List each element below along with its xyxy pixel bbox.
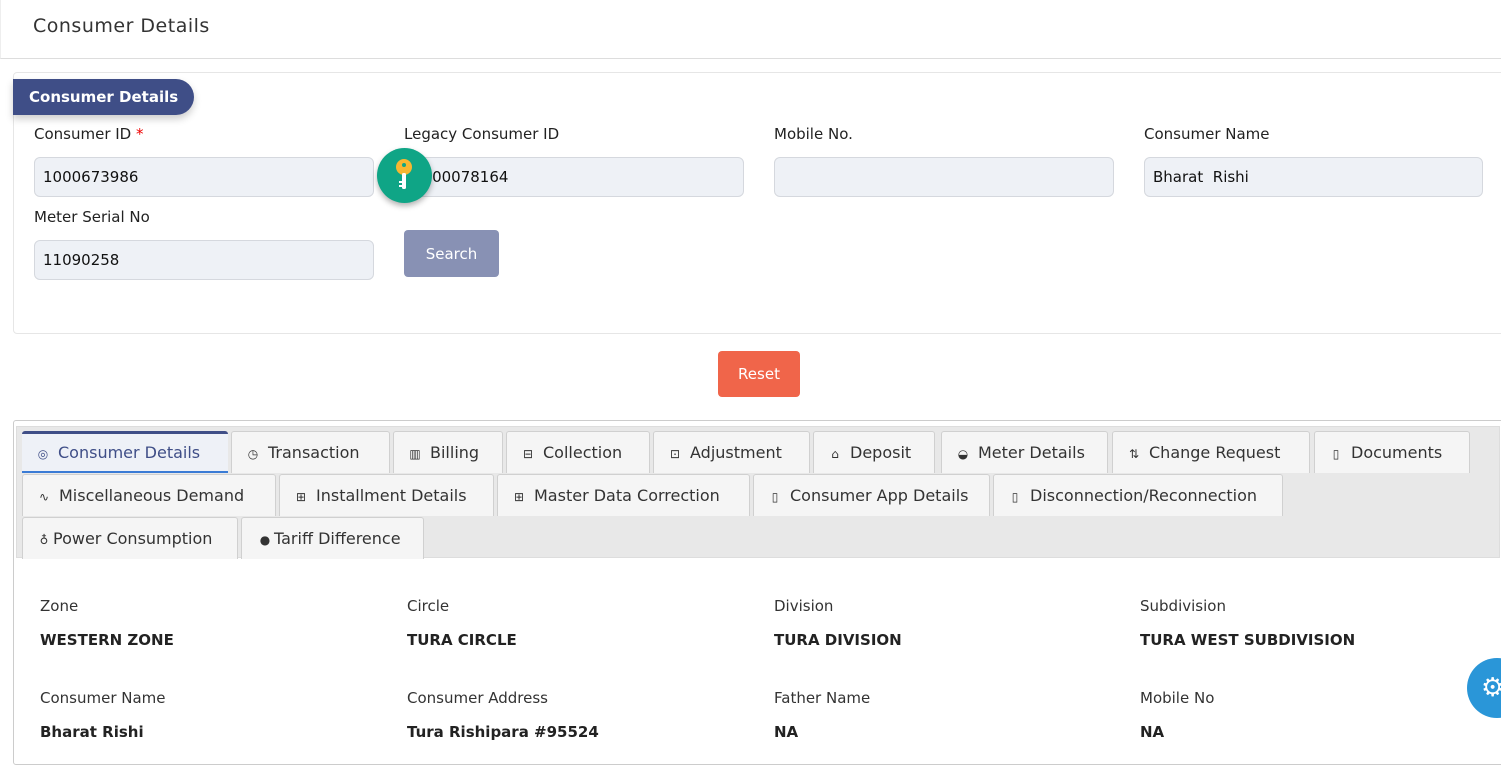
- gauge-icon: ◒: [957, 447, 969, 461]
- page-title: Consumer Details: [33, 15, 210, 37]
- tab-label: Disconnection/Reconnection: [1030, 486, 1258, 505]
- tab-label: Tariff Difference: [274, 529, 401, 548]
- consumer-name-detail-value: Bharat Rishi: [40, 723, 144, 741]
- mobile-no-detail-label: Mobile No: [1140, 689, 1215, 707]
- mobile-no-input[interactable]: [774, 157, 1114, 197]
- document-search-icon: ▯: [1332, 447, 1340, 461]
- tab-change-request[interactable]: ⇅ Change Request: [1112, 431, 1310, 473]
- bank-icon: ⌂: [831, 447, 839, 461]
- consumer-id-input[interactable]: [34, 157, 374, 197]
- tab-tariff-difference[interactable]: ● Tariff Difference: [241, 517, 424, 559]
- tab-label: Billing: [430, 443, 480, 462]
- building-icon: ▥: [409, 447, 421, 461]
- tab-label: Consumer Details: [58, 443, 201, 462]
- tab-label: Deposit: [850, 443, 912, 462]
- search-card: [13, 72, 1501, 334]
- tab-master-data-correction[interactable]: ⊞ Master Data Correction: [497, 474, 750, 516]
- tab-label: Consumer App Details: [790, 486, 969, 505]
- legacy-consumer-id-label: Legacy Consumer ID: [404, 125, 560, 143]
- mobile-icon: ▯: [771, 490, 779, 504]
- consumer-id-label: Consumer ID *: [34, 125, 144, 143]
- tab-transaction[interactable]: ◷ Transaction: [231, 431, 390, 473]
- table-icon: ⊟: [522, 447, 534, 461]
- tab-billing[interactable]: ▥ Billing: [393, 431, 503, 473]
- consumer-name-input[interactable]: [1144, 157, 1483, 197]
- tab-miscellaneous-demand[interactable]: ∿ Miscellaneous Demand: [22, 474, 276, 516]
- legacy-consumer-id-input[interactable]: [404, 157, 744, 197]
- tab-label: Transaction: [268, 443, 360, 462]
- tab-consumer-details[interactable]: ◎ Consumer Details: [22, 431, 228, 473]
- tab-meter-details[interactable]: ◒ Meter Details: [941, 431, 1108, 473]
- tab-installment-details[interactable]: ⊞ Installment Details: [279, 474, 494, 516]
- pulse-icon: ∿: [38, 490, 50, 504]
- subdivision-label: Subdivision: [1140, 597, 1226, 615]
- circle-value: TURA CIRCLE: [407, 631, 517, 649]
- reset-button[interactable]: Reset: [718, 351, 800, 397]
- consumer-name-detail-label: Consumer Name: [40, 689, 166, 707]
- tab-label: Miscellaneous Demand: [59, 486, 245, 505]
- terminal-icon: ⊡: [669, 447, 681, 461]
- division-label: Division: [774, 597, 834, 615]
- search-button[interactable]: Search: [404, 230, 499, 277]
- father-name-value: NA: [774, 723, 799, 741]
- bulb-icon: ♁: [39, 533, 49, 547]
- division-value: TURA DIVISION: [774, 631, 902, 649]
- section-label: Consumer Details: [13, 79, 195, 115]
- target-icon: ◎: [37, 447, 49, 461]
- mobile-icon: ▯: [1011, 490, 1019, 504]
- tab-documents[interactable]: ▯ Documents: [1314, 431, 1470, 473]
- tab-consumer-app-details[interactable]: ▯ Consumer App Details: [753, 474, 990, 516]
- mobile-no-detail-value: NA: [1140, 723, 1165, 741]
- tab-label: Change Request: [1149, 443, 1281, 462]
- mobile-no-label: Mobile No.: [774, 125, 853, 143]
- subdivision-value: TURA WEST SUBDIVISION: [1140, 631, 1356, 649]
- zone-label: Zone: [40, 597, 79, 615]
- required-marker: *: [136, 125, 144, 143]
- consumer-id-label-text: Consumer ID: [34, 125, 132, 143]
- circle-icon: ●: [259, 533, 271, 547]
- tab-label: Installment Details: [316, 486, 467, 505]
- tab-label: Meter Details: [978, 443, 1085, 462]
- plus-box-icon: ⊞: [513, 490, 525, 504]
- tab-power-consumption[interactable]: ♁ Power Consumption: [22, 517, 238, 559]
- father-name-label: Father Name: [774, 689, 871, 707]
- tab-adjustment[interactable]: ⊡ Adjustment: [653, 431, 810, 473]
- key-icon[interactable]: [377, 148, 432, 203]
- tab-label: Adjustment: [690, 443, 782, 462]
- meter-serial-input[interactable]: [34, 240, 374, 280]
- tab-deposit[interactable]: ⌂ Deposit: [813, 431, 935, 473]
- consumer-name-label: Consumer Name: [1144, 125, 1270, 143]
- clock-icon: ◷: [247, 447, 259, 461]
- circle-label: Circle: [407, 597, 450, 615]
- zone-value: WESTERN ZONE: [40, 631, 174, 649]
- page-header: Consumer Details: [0, 0, 1501, 59]
- meter-serial-label: Meter Serial No: [34, 208, 150, 226]
- tab-label: Documents: [1351, 443, 1443, 462]
- git-pull-icon: ⇅: [1128, 447, 1140, 461]
- tab-label: Power Consumption: [53, 529, 213, 548]
- plus-box-icon: ⊞: [295, 490, 307, 504]
- tab-label: Master Data Correction: [534, 486, 720, 505]
- consumer-address-value: Tura Rishipara #95524: [407, 723, 599, 741]
- consumer-address-label: Consumer Address: [407, 689, 548, 707]
- tab-collection[interactable]: ⊟ Collection: [506, 431, 650, 473]
- tab-label: Collection: [543, 443, 623, 462]
- tab-disconnection-reconnection[interactable]: ▯ Disconnection/Reconnection: [993, 474, 1283, 516]
